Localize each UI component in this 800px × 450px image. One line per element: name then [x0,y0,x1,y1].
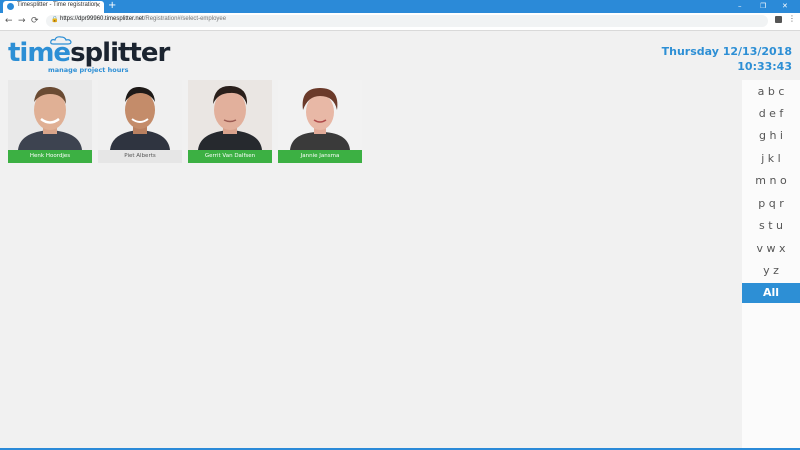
filter-mno[interactable]: m n o [742,171,800,191]
logo-text: timesplitter [8,38,170,68]
employee-photo [188,80,272,150]
filter-stu[interactable]: s t u [742,216,800,236]
employee-photo [8,80,92,150]
employee-name: Henk Hoordjes [8,150,92,163]
maximize-button[interactable]: ❐ [760,0,766,12]
logo-tagline: manage project hours [48,66,129,74]
employee-photo [98,80,182,150]
employee-name: Piet Alberts [98,150,182,163]
current-date: Thursday 12/13/2018 [661,45,792,58]
employee-card[interactable]: Piet Alberts [98,80,182,163]
minimize-button[interactable]: – [738,0,742,12]
tab-title: Timesplitter - Time registration [17,2,98,8]
employee-photo [278,80,362,150]
browser-tab[interactable]: Timesplitter - Time registration × [3,1,104,13]
menu-icon[interactable]: ⋮ [788,14,796,23]
profile-icon[interactable] [775,16,782,23]
alphabet-filter: a b c d e f g h i j k l m n o p q r s t … [742,80,800,450]
employee-card[interactable]: Jannie Jansma [278,80,362,163]
current-time: 10:33:43 [737,60,792,73]
filter-ghi[interactable]: g h i [742,126,800,146]
filter-def[interactable]: d e f [742,104,800,124]
favicon-icon [7,3,14,10]
filter-pqr[interactable]: p q r [742,194,800,214]
filter-all[interactable]: All [742,283,800,303]
employee-card[interactable]: Gerrit Van Dalfsen [188,80,272,163]
close-window-button[interactable]: ✕ [782,0,788,12]
url-text: https://dpr99960.timesplitter.net/Regist… [60,16,227,22]
lock-icon: 🔒 [51,16,59,23]
employee-card[interactable]: Henk Hoordjes [8,80,92,163]
forward-icon[interactable]: → [18,15,26,27]
date-time: Thursday 12/13/2018 10:33:43 [662,44,792,74]
employee-name: Jannie Jansma [278,150,362,163]
filter-abc[interactable]: a b c [742,82,800,102]
new-tab-button[interactable]: + [108,0,116,12]
timesplitter-logo: timesplitter manage project hours [8,36,170,78]
reload-icon[interactable]: ⟳ [31,15,39,27]
employee-name: Gerrit Van Dalfsen [188,150,272,163]
filter-vwx[interactable]: v w x [742,239,800,259]
tab-close-icon[interactable]: × [95,1,101,9]
filter-jkl[interactable]: j k l [742,149,800,169]
filter-yz[interactable]: y z [742,261,800,281]
back-icon[interactable]: ← [5,15,13,27]
browser-toolbar: ← → ⟳ 🔒 https://dpr99960.timesplitter.ne… [0,13,800,31]
browser-tab-bar: Timesplitter - Time registration × + – ❐… [0,0,800,13]
address-bar[interactable]: 🔒 https://dpr99960.timesplitter.net/Regi… [46,15,768,27]
